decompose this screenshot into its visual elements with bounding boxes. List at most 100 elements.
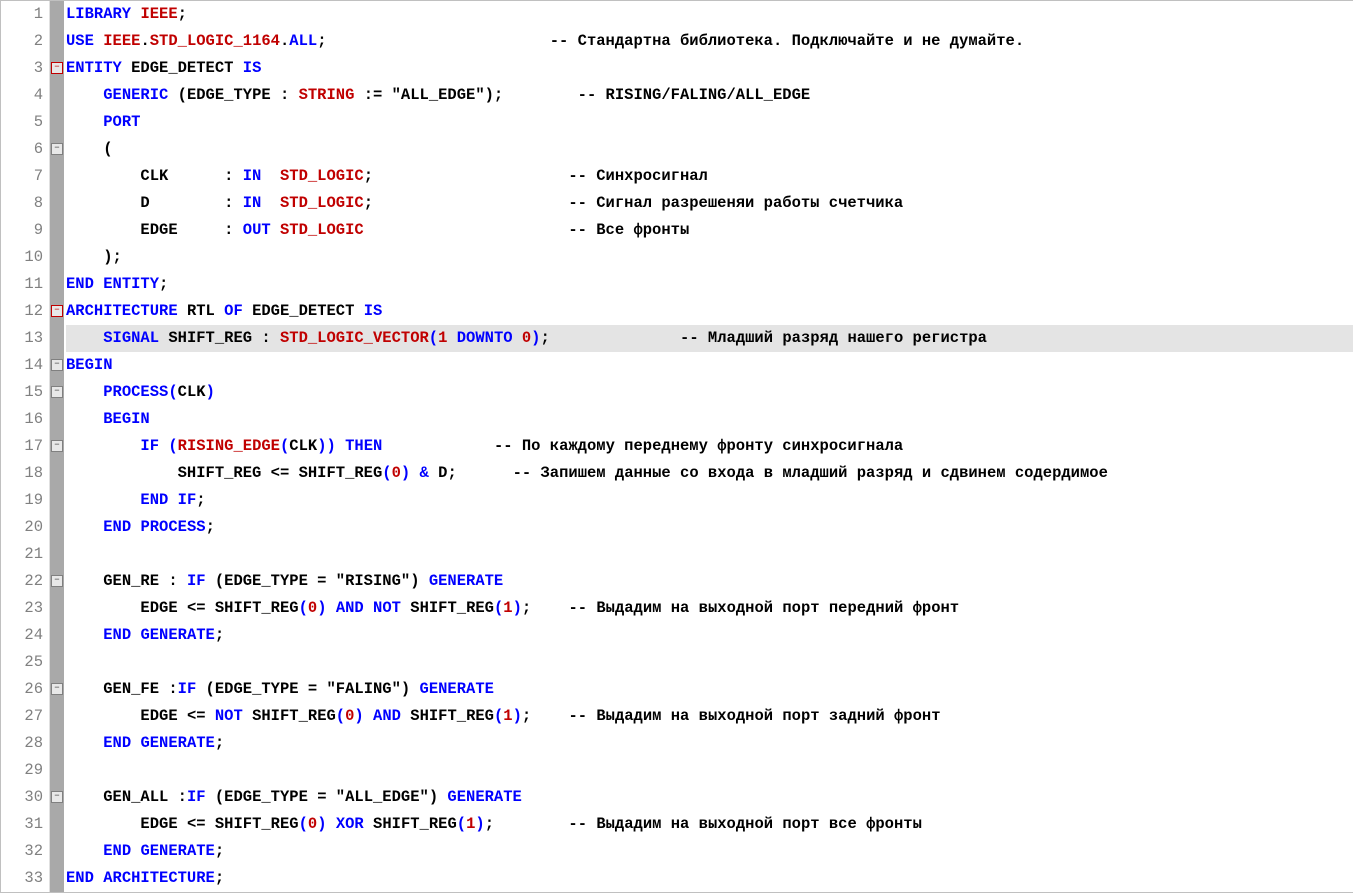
code-token: ; — [447, 464, 456, 482]
code-token: SIGNAL — [103, 329, 159, 347]
code-line[interactable] — [66, 541, 1353, 568]
line-number[interactable]: 26 — [1, 676, 43, 703]
code-line[interactable]: END GENERATE; — [66, 730, 1353, 757]
code-line[interactable]: END GENERATE; — [66, 838, 1353, 865]
code-line[interactable]: EDGE <= SHIFT_REG(0) AND NOT SHIFT_REG(1… — [66, 595, 1353, 622]
line-number[interactable]: 12 — [1, 298, 43, 325]
line-number[interactable]: 21 — [1, 541, 43, 568]
line-number[interactable]: 31 — [1, 811, 43, 838]
fold-toggle-icon[interactable]: − — [51, 143, 63, 155]
code-token: ; — [215, 734, 224, 752]
code-token: ; — [206, 518, 215, 536]
code-token: <= — [261, 464, 298, 482]
code-token: ; — [364, 194, 373, 212]
code-line[interactable]: END GENERATE; — [66, 622, 1353, 649]
fold-toggle-icon[interactable]: − — [51, 575, 63, 587]
code-token: EDGE — [140, 221, 177, 239]
line-number[interactable]: 15 — [1, 379, 43, 406]
code-token: STRING — [299, 86, 355, 104]
code-line[interactable]: GEN_FE :IF (EDGE_TYPE = "FALING") GENERA… — [66, 676, 1353, 703]
code-token: ; — [522, 707, 531, 725]
line-number[interactable]: 7 — [1, 163, 43, 190]
code-line[interactable]: ARCHITECTURE RTL OF EDGE_DETECT IS — [66, 298, 1353, 325]
line-number[interactable]: 33 — [1, 865, 43, 892]
code-line[interactable]: GENERIC (EDGE_TYPE : STRING := "ALL_EDGE… — [66, 82, 1353, 109]
fold-toggle-icon[interactable]: − — [51, 359, 63, 371]
code-token: USE — [66, 32, 94, 50]
fold-toggle-icon[interactable]: − — [51, 440, 63, 452]
line-number[interactable]: 27 — [1, 703, 43, 730]
line-number[interactable]: 17 — [1, 433, 43, 460]
code-editor[interactable]: 1234567891011121314151617181920212223242… — [0, 0, 1353, 893]
code-token: RTL — [187, 302, 215, 320]
line-number[interactable]: 11 — [1, 271, 43, 298]
code-token: PROCESS — [103, 383, 168, 401]
line-number[interactable]: 29 — [1, 757, 43, 784]
line-number[interactable]: 9 — [1, 217, 43, 244]
code-token: IF — [140, 437, 159, 455]
code-line[interactable]: LIBRARY IEEE; — [66, 1, 1353, 28]
code-line[interactable]: EDGE : OUT STD_LOGIC -- Все фронты — [66, 217, 1353, 244]
line-number[interactable]: 3 — [1, 55, 43, 82]
fold-toggle-icon[interactable]: − — [51, 791, 63, 803]
line-number[interactable]: 18 — [1, 460, 43, 487]
code-line[interactable]: EDGE <= NOT SHIFT_REG(0) AND SHIFT_REG(1… — [66, 703, 1353, 730]
line-number[interactable]: 22 — [1, 568, 43, 595]
code-token: STD_LOGIC — [280, 167, 364, 185]
line-number[interactable]: 28 — [1, 730, 43, 757]
code-line[interactable]: END ENTITY; — [66, 271, 1353, 298]
code-area[interactable]: LIBRARY IEEE;USE IEEE.STD_LOGIC_1164.ALL… — [64, 1, 1353, 892]
code-token: 0 — [308, 599, 317, 617]
code-line[interactable]: BEGIN — [66, 352, 1353, 379]
line-number[interactable]: 10 — [1, 244, 43, 271]
code-line[interactable]: END PROCESS; — [66, 514, 1353, 541]
code-line[interactable]: GEN_ALL :IF (EDGE_TYPE = "ALL_EDGE") GEN… — [66, 784, 1353, 811]
code-line[interactable]: SHIFT_REG <= SHIFT_REG(0) & D; -- Запише… — [66, 460, 1353, 487]
code-line[interactable]: ( — [66, 136, 1353, 163]
code-line[interactable]: PORT — [66, 109, 1353, 136]
line-number[interactable]: 4 — [1, 82, 43, 109]
code-line[interactable]: IF (RISING_EDGE(CLK)) THEN -- По каждому… — [66, 433, 1353, 460]
code-line[interactable]: ); — [66, 244, 1353, 271]
line-number[interactable]: 6 — [1, 136, 43, 163]
code-token: ) — [206, 383, 215, 401]
fold-toggle-icon[interactable]: − — [51, 386, 63, 398]
code-line[interactable]: ENTITY EDGE_DETECT IS — [66, 55, 1353, 82]
code-token: THEN — [345, 437, 382, 455]
code-line[interactable]: END ARCHITECTURE; — [66, 865, 1353, 892]
fold-column[interactable]: − − − − − − − − − — [50, 1, 64, 892]
code-line[interactable]: SIGNAL SHIFT_REG : STD_LOGIC_VECTOR(1 DO… — [66, 325, 1353, 352]
line-number[interactable]: 24 — [1, 622, 43, 649]
code-line[interactable]: BEGIN — [66, 406, 1353, 433]
line-number[interactable]: 25 — [1, 649, 43, 676]
fold-toggle-icon[interactable]: − — [51, 305, 63, 317]
line-number[interactable]: 1 — [1, 1, 43, 28]
code-line[interactable] — [66, 649, 1353, 676]
code-token: 1 — [503, 707, 512, 725]
line-number-gutter[interactable]: 1234567891011121314151617181920212223242… — [1, 1, 50, 892]
code-line[interactable]: END IF; — [66, 487, 1353, 514]
code-line[interactable]: PROCESS(CLK) — [66, 379, 1353, 406]
fold-toggle-icon[interactable]: − — [51, 62, 63, 74]
code-line[interactable]: D : IN STD_LOGIC; -- Сигнал разрешеняи р… — [66, 190, 1353, 217]
code-token — [159, 437, 168, 455]
code-line[interactable] — [66, 757, 1353, 784]
line-number[interactable]: 32 — [1, 838, 43, 865]
line-number[interactable]: 13 — [1, 325, 43, 352]
code-line[interactable]: GEN_RE : IF (EDGE_TYPE = "RISING") GENER… — [66, 568, 1353, 595]
code-line[interactable]: EDGE <= SHIFT_REG(0) XOR SHIFT_REG(1); -… — [66, 811, 1353, 838]
code-line[interactable]: USE IEEE.STD_LOGIC_1164.ALL; -- Стандарт… — [66, 28, 1353, 55]
line-number[interactable]: 16 — [1, 406, 43, 433]
code-line[interactable]: CLK : IN STD_LOGIC; -- Синхросигнал — [66, 163, 1353, 190]
line-number[interactable]: 19 — [1, 487, 43, 514]
line-number[interactable]: 5 — [1, 109, 43, 136]
line-number[interactable]: 14 — [1, 352, 43, 379]
line-number[interactable]: 20 — [1, 514, 43, 541]
line-number[interactable]: 23 — [1, 595, 43, 622]
code-token: SHIFT_REG — [215, 599, 299, 617]
line-number[interactable]: 30 — [1, 784, 43, 811]
fold-toggle-icon[interactable]: − — [51, 683, 63, 695]
line-number[interactable]: 2 — [1, 28, 43, 55]
line-number[interactable]: 8 — [1, 190, 43, 217]
code-token — [271, 221, 280, 239]
